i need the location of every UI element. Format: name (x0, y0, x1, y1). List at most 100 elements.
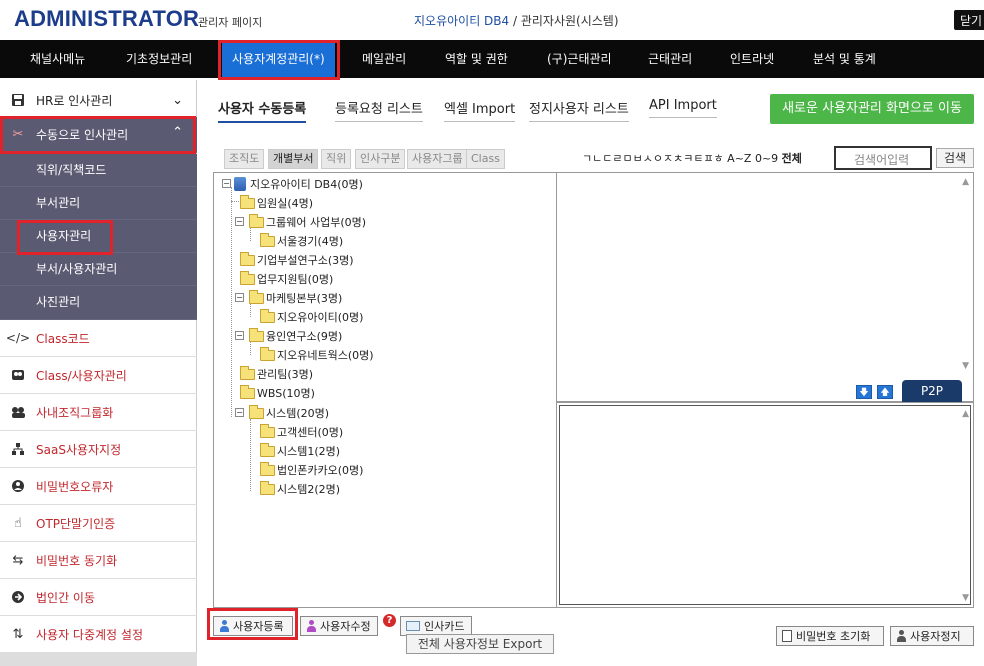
tree-tab-org[interactable]: 조직도 (224, 149, 265, 169)
tree-node[interactable]: WBS(10명) (240, 384, 315, 401)
stop-user-button[interactable]: 사용자정지 (890, 626, 974, 646)
scroll-down-icon[interactable]: ▼ (962, 593, 969, 603)
folder-icon (260, 232, 275, 247)
user-modify-button[interactable]: 사용자수정 (300, 616, 378, 636)
tree-node[interactable]: 시스템1(2명) (260, 442, 340, 459)
chevron-up-icon[interactable]: ⌃ (172, 125, 183, 140)
user-list-panel[interactable]: ▲ ▼ (556, 172, 974, 402)
folder-icon (260, 461, 275, 476)
sidebar-item-password-sync[interactable]: ⇆ 비밀번호 동기화 (0, 542, 197, 579)
sidebar-item-manual[interactable]: ✂ 수동으로 인사관리 ⌃ (0, 117, 197, 153)
close-button[interactable]: 닫기 (954, 10, 984, 30)
folder-icon (260, 480, 275, 495)
tree-root[interactable]: 지오유아이티 DB4(0명) (234, 176, 363, 192)
tree-tab-class[interactable]: Class (466, 149, 505, 169)
export-all-button[interactable]: 전체 사용자정보 Export (406, 634, 554, 654)
tree-node[interactable]: 서울경기(4명) (260, 232, 343, 249)
tree-connector (250, 419, 251, 491)
tree-node[interactable]: 지오유네트웍스(0명) (260, 346, 374, 363)
tree-node[interactable]: 마케팅본부(3명) (249, 289, 343, 306)
tree-node-label: 시스템(20명) (266, 407, 330, 420)
tree-node[interactable]: 시스템2(2명) (260, 480, 341, 497)
user-register-button[interactable]: 사용자등록 (213, 616, 293, 636)
help-icon[interactable]: ? (383, 614, 396, 627)
reset-password-button[interactable]: 비밀번호 초기화 (776, 626, 884, 646)
company-name[interactable]: 지오유아이티 DB4 (414, 14, 509, 28)
sidebar-item-class-user[interactable]: Class/사용자관리 (0, 357, 197, 394)
sidebar-item-multi-account[interactable]: ⇅ 사용자 다중계정 설정 (0, 616, 197, 653)
nav-item-attendance[interactable]: 근태관리 (648, 40, 692, 78)
tree-node-label: 고객센터(0명) (277, 426, 344, 439)
move-down-icon[interactable]: 🡇 (856, 385, 872, 399)
nav-item-mail[interactable]: 메일관리 (362, 40, 406, 78)
move-up-icon[interactable]: 🡅 (877, 385, 893, 399)
tree-node[interactable]: 고객센터(0명) (260, 423, 344, 440)
sidebar-item-corp-move[interactable]: 법인간 이동 (0, 579, 197, 616)
tree-collapse-icon[interactable]: − (235, 293, 244, 302)
user-edit-icon (306, 620, 317, 632)
tree-collapse-icon[interactable]: − (235, 331, 244, 340)
sidebar-item-password-error[interactable]: 비밀번호오류자 (0, 468, 197, 505)
sidebar-sub-user[interactable]: 사용자관리 (0, 220, 197, 253)
sidebar-item-otp[interactable]: ☝ OTP단말기인증 (0, 505, 197, 542)
tree-node[interactable]: 법인폰카카오(0명) (260, 461, 363, 478)
scroll-up-icon[interactable]: ▲ (962, 177, 969, 187)
tree-node-label: 기업부설연구소(3명) (257, 254, 354, 267)
tree-tab-hr-type[interactable]: 인사구분 (355, 149, 406, 169)
nav-item-intranet[interactable]: 인트라넷 (730, 40, 774, 78)
nav-item-channel[interactable]: 채널사메뉴 (30, 40, 85, 78)
sidebar-item-label: 수동으로 인사관리 (36, 128, 129, 142)
user-detail-panel[interactable]: ▲ ▼ (556, 402, 974, 608)
p2p-tab[interactable]: P2P (902, 380, 962, 402)
hr-card-button[interactable]: 인사카드 (400, 616, 472, 636)
user-error-icon (10, 478, 26, 494)
sidebar-sub-position-code[interactable]: 직위/직책코드 (0, 154, 197, 187)
tree-tab-position[interactable]: 직위 (321, 149, 352, 169)
tab-stopped-users[interactable]: 정지사용자 리스트 (529, 98, 629, 122)
initials-all[interactable]: 전체 (782, 152, 802, 165)
sidebar-item-class-code[interactable]: </> Class코드 (0, 320, 197, 357)
tab-excel-import[interactable]: 엑셀 Import (444, 98, 516, 122)
tree-node[interactable]: 임원실(4명) (240, 194, 313, 211)
tab-api-import[interactable]: API Import (649, 98, 717, 118)
initials-letters[interactable]: ㄱㄴㄷㄹㅁㅂㅅㅇㅈㅊㅋㅌㅍㅎ A~Z 0~9 (582, 152, 778, 165)
save-icon (10, 92, 26, 108)
sidebar-sub-dept[interactable]: 부서관리 (0, 187, 197, 220)
chevron-down-icon[interactable]: ⌄ (172, 93, 183, 108)
tree-collapse-icon[interactable]: − (222, 179, 231, 188)
tree-node[interactable]: 관리팀(3명) (240, 365, 313, 382)
sidebar-item-hr[interactable]: HR로 인사관리 ⌄ (0, 82, 197, 119)
tree-node[interactable]: 기업부설연구소(3명) (240, 251, 354, 268)
sidebar-item-saas[interactable]: SaaS사용자지정 (0, 431, 197, 468)
tree-node-label: 시스템2(2명) (277, 483, 341, 496)
tree-collapse-icon[interactable]: − (235, 408, 244, 417)
tree-tab-dept[interactable]: 개별부서 (268, 149, 319, 169)
new-user-screen-button[interactable]: 새로운 사용자관리 화면으로 이동 (770, 94, 974, 124)
tab-manual-register[interactable]: 사용자 수동등록 (218, 98, 307, 123)
tree-node[interactable]: 그룹웨어 사업부(0명) (249, 213, 366, 230)
sidebar-item-org-group[interactable]: 사내조직그룹화 (0, 394, 197, 431)
sidebar-sub-dept-user[interactable]: 부서/사용자관리 (0, 253, 197, 286)
nav-item-old-attendance[interactable]: (구)근태관리 (547, 40, 612, 78)
tab-request-list[interactable]: 등록요청 리스트 (335, 98, 423, 122)
logo: ADMINISTRATOR (14, 6, 200, 31)
nav-item-roles[interactable]: 역할 및 권한 (445, 40, 508, 78)
tree-node[interactable]: 융인연구소(9명) (249, 327, 342, 344)
scroll-up-icon[interactable]: ▲ (962, 409, 969, 419)
tree-collapse-icon[interactable]: − (235, 217, 244, 226)
scroll-down-icon[interactable]: ▼ (962, 361, 969, 371)
tree-node[interactable]: 업무지원팀(0명) (240, 270, 333, 287)
tree-node[interactable]: 시스템(20명) (249, 404, 330, 421)
nav-item-user-account[interactable]: 사용자계정관리(*) (222, 40, 335, 78)
search-button[interactable]: 검색 (936, 148, 974, 168)
tree-node-label: 지오유아이티(0명) (277, 311, 364, 324)
nav-item-basic-info[interactable]: 기초정보관리 (126, 40, 192, 78)
switch-icon: ⇅ (12, 626, 24, 642)
tree-node[interactable]: 지오유아이티(0명) (260, 308, 364, 325)
initials-filter[interactable]: ㄱㄴㄷㄹㅁㅂㅅㅇㅈㅊㅋㅌㅍㅎ A~Z 0~9 전체 (582, 150, 802, 166)
search-input[interactable]: 검색어입력 (834, 146, 932, 170)
sidebar-sub-photo[interactable]: 사진관리 (0, 286, 197, 320)
tree-tab-user-group[interactable]: 사용자그룹 (407, 149, 468, 169)
nav-item-analytics[interactable]: 분석 및 통계 (813, 40, 876, 78)
tree-node-label: 마케팅본부(3명) (266, 292, 343, 305)
